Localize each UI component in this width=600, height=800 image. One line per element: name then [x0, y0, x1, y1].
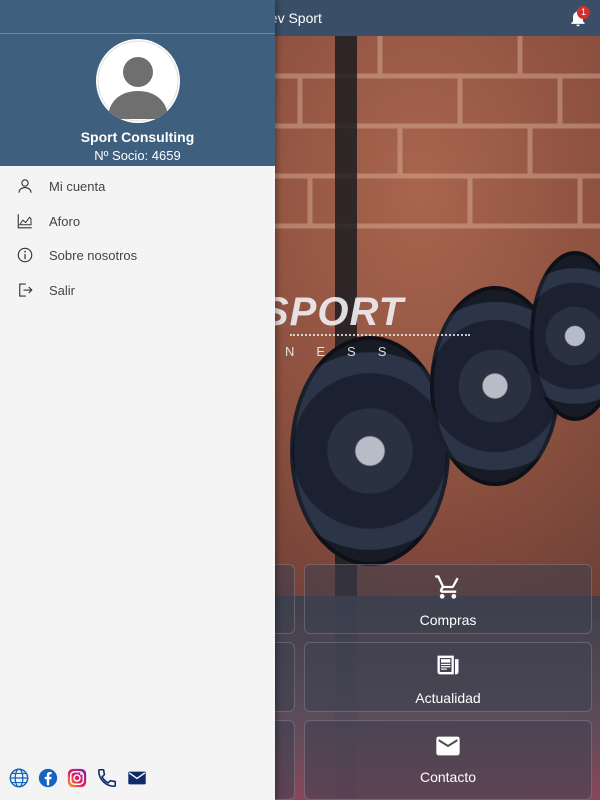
menu-item-aforo[interactable]: Aforo	[0, 204, 275, 239]
newspaper-icon	[434, 651, 462, 679]
avatar[interactable]	[96, 39, 180, 123]
area-chart-icon	[16, 212, 34, 230]
menu-item-mi-cuenta[interactable]: Mi cuenta	[0, 169, 275, 204]
logout-icon	[16, 281, 34, 299]
menu-item-label: Sobre nosotros	[49, 248, 138, 263]
social-links	[0, 767, 275, 791]
cart-icon	[434, 573, 462, 601]
menu-item-salir[interactable]: Salir	[0, 273, 275, 308]
info-icon	[16, 246, 34, 264]
brand-logo-dots	[290, 334, 470, 336]
menu-item-label: Salir	[49, 282, 76, 298]
brand-logo-subtext: NESS	[285, 344, 409, 359]
user-avatar-icon	[97, 40, 179, 122]
phone-icon[interactable]	[96, 767, 118, 789]
menu-item-label: Aforo	[49, 213, 81, 229]
instagram-icon[interactable]	[66, 767, 88, 789]
notifications-button[interactable]: 1	[568, 6, 590, 28]
tile-label: Actualidad	[415, 690, 481, 706]
globe-icon[interactable]	[8, 767, 30, 789]
tile-contacto[interactable]: Contacto	[304, 720, 592, 800]
email-icon[interactable]	[126, 767, 148, 789]
drawer-header: Sport Consulting Nº Socio: 4659	[0, 0, 275, 166]
menu-item-sobre-nosotros[interactable]: Sobre nosotros	[0, 238, 275, 273]
tile-compras[interactable]: Compras	[304, 564, 592, 634]
header-divider	[0, 33, 275, 34]
side-drawer: Sport Consulting Nº Socio: 4659 Mi cuent…	[0, 0, 275, 800]
notification-badge: 1	[577, 6, 590, 19]
menu-item-label: Mi cuenta	[49, 179, 106, 194]
tile-actualidad[interactable]: Actualidad	[304, 642, 592, 712]
drawer-menu: Mi cuenta Aforo Sobre nosotros Salir	[0, 169, 275, 307]
brand-logo-text: SPORT	[262, 290, 405, 334]
dumbbell-plate	[290, 336, 450, 566]
user-name: Sport Consulting	[80, 129, 195, 145]
envelope-icon	[434, 732, 462, 760]
facebook-icon[interactable]	[37, 767, 59, 789]
user-icon	[16, 177, 34, 195]
tile-label: Compras	[419, 612, 477, 628]
tile-label: Contacto	[419, 769, 477, 785]
member-number: Nº Socio: 4659	[94, 148, 181, 163]
